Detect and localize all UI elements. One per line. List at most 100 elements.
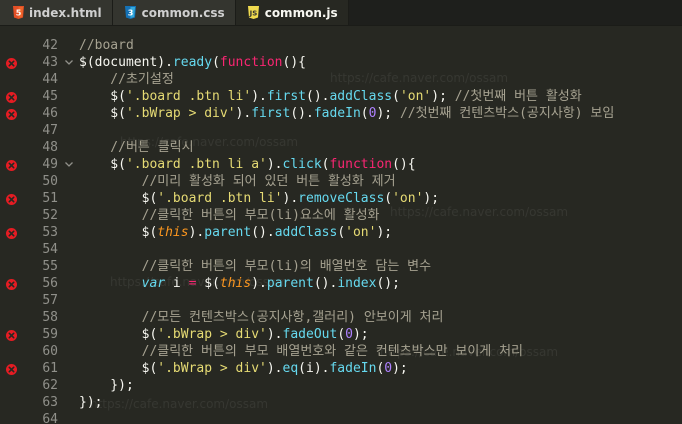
- error-icon[interactable]: [6, 57, 17, 69]
- code-token: ).: [251, 276, 267, 291]
- code-text: $('.bWrap > div').first().fadeIn(0); //첫…: [79, 105, 614, 122]
- code-token: ).: [235, 106, 252, 121]
- code-line[interactable]: 58 //모든 컨텐츠박스(공지사항,갤러리) 안보이게 처리: [0, 309, 682, 326]
- code-token: addClass: [274, 225, 338, 240]
- code-token: );: [376, 225, 393, 240]
- tab-label: common.js: [264, 5, 338, 20]
- code-line[interactable]: 61 $('.bWrap > div').eq(i).fadeIn(0);: [0, 360, 682, 377]
- code-token: ().: [306, 89, 330, 104]
- code-token: '.board .btn li a': [125, 157, 267, 172]
- code-line[interactable]: 49 $('.board .btn li a').click(function(…: [0, 156, 682, 173]
- line-number: 53: [42, 225, 58, 240]
- code-text: var i = $(this).parent().index();: [79, 275, 400, 292]
- code-token: ();: [376, 276, 400, 291]
- code-line[interactable]: 63});: [0, 394, 682, 411]
- code-token: ).: [266, 157, 283, 172]
- code-line[interactable]: 57: [0, 292, 682, 309]
- code-line[interactable]: 52 //클릭한 버튼의 부모(li)요소에 활성화: [0, 207, 682, 224]
- code-line[interactable]: 62 });: [0, 377, 682, 394]
- code-token: 'on': [392, 191, 424, 206]
- code-line[interactable]: 56 var i = $(this).parent().index();: [0, 275, 682, 292]
- code-line[interactable]: 50 //미리 활성화 되어 있던 버튼 활성화 제거: [0, 173, 682, 190]
- code-line[interactable]: 47: [0, 122, 682, 139]
- code-line[interactable]: 53 $(this).parent().addClass('on');: [0, 224, 682, 241]
- line-number: 42: [42, 38, 58, 53]
- svg-text:5: 5: [15, 9, 21, 18]
- tab-common-js[interactable]: JS common.js: [235, 0, 349, 25]
- code-text: //클릭한 버튼의 부모(li)요소에 활성화: [79, 207, 380, 224]
- svg-text:3: 3: [128, 9, 134, 18]
- code-line[interactable]: 45 $('.board .btn li').first().addClass(…: [0, 88, 682, 105]
- code-token: (: [392, 89, 400, 104]
- code-token: function: [329, 157, 393, 172]
- code-token: addClass: [329, 89, 393, 104]
- fold-chevron-icon[interactable]: [64, 54, 74, 71]
- code-token: 0: [384, 361, 393, 376]
- error-icon[interactable]: [6, 329, 17, 341]
- line-number: 48: [42, 140, 58, 155]
- code-token: (){: [392, 157, 416, 172]
- code-token: ().: [251, 225, 275, 240]
- code-line[interactable]: 43 $(document).ready(function(){: [0, 54, 682, 71]
- code-line[interactable]: 55 //클릭한 버튼의 부모(li)의 배열번호 담는 변수: [0, 258, 682, 275]
- code-token: '.bWrap > div': [157, 361, 267, 376]
- tab-label: index.html: [29, 5, 102, 20]
- code-line[interactable]: 54: [0, 241, 682, 258]
- tab-common-css[interactable]: 3 common.css: [112, 0, 236, 25]
- error-icon[interactable]: [6, 363, 17, 375]
- code-token: parent: [204, 225, 252, 240]
- code-token: var: [141, 276, 166, 291]
- line-number: 52: [42, 208, 58, 223]
- error-icon[interactable]: [6, 91, 17, 103]
- code-token: i: [165, 276, 189, 291]
- error-icon[interactable]: [6, 227, 17, 239]
- code-token: 0: [345, 327, 353, 342]
- code-token: ).: [266, 327, 283, 342]
- line-number: 51: [42, 191, 58, 206]
- fold-chevron-icon[interactable]: [64, 156, 74, 173]
- code-line[interactable]: 60 //클릭한 버튼의 부모 배열번호와 같은 컨텐츠박스만 보이게 처리: [0, 343, 682, 360]
- code-editor[interactable]: https://cafe.naver.com/ossam https://caf…: [0, 25, 682, 424]
- code-token: (i).: [298, 361, 330, 376]
- code-token: ().: [313, 276, 338, 291]
- code-line[interactable]: 59 $('.bWrap > div').fadeOut(0);: [0, 326, 682, 343]
- error-icon[interactable]: [6, 193, 17, 205]
- line-number: 60: [42, 344, 58, 359]
- code-token: 'on': [399, 89, 432, 104]
- code-token: });: [79, 378, 134, 393]
- code-token: eq: [282, 361, 299, 376]
- code-token: );: [431, 89, 455, 104]
- error-icon[interactable]: [6, 108, 17, 120]
- tab-bar: 5 index.html 3 common.css JS common.js: [0, 0, 682, 26]
- code-line[interactable]: 64: [0, 411, 682, 424]
- code-token: 'on': [345, 225, 377, 240]
- code-token: //클릭한 버튼의 부모 배열번호와 같은 컨텐츠박스만 보이게 처리: [79, 344, 524, 359]
- code-token: '.bWrap > div': [125, 106, 236, 121]
- js-icon: JS: [248, 6, 260, 20]
- code-token: $(: [79, 157, 126, 172]
- code-line[interactable]: 51 $('.board .btn li').removeClass('on')…: [0, 190, 682, 207]
- line-number: 63: [42, 395, 58, 410]
- code-text: $('.board .btn li').first().addClass('on…: [79, 88, 581, 105]
- error-icon[interactable]: [6, 278, 17, 290]
- code-token: (: [337, 225, 346, 240]
- code-text: $('.bWrap > div').eq(i).fadeIn(0);: [79, 360, 408, 377]
- code-line[interactable]: 42 //board: [0, 37, 682, 54]
- code-line[interactable]: 48 //버튼 클릭시: [0, 139, 682, 156]
- error-icon[interactable]: [6, 159, 17, 171]
- code-line[interactable]: 44 //초기설정: [0, 71, 682, 88]
- code-token: //미리 활성화 되어 있던 버튼 활성화 제거: [79, 174, 396, 189]
- code-text: });: [79, 377, 134, 394]
- tab-index-html[interactable]: 5 index.html: [0, 0, 113, 25]
- code-token: this: [219, 276, 252, 291]
- line-number: 57: [42, 293, 58, 308]
- code-token: first: [266, 89, 306, 104]
- line-number: 56: [42, 276, 58, 291]
- code-token: //클릭한 버튼의 부모(li)요소에 활성화: [79, 208, 380, 223]
- code-line[interactable]: 46 $('.bWrap > div').first().fadeIn(0); …: [0, 105, 682, 122]
- code-token: $(: [79, 225, 158, 240]
- code-token: (: [360, 106, 369, 121]
- code-token: );: [392, 361, 408, 376]
- code-token: ready: [172, 55, 213, 70]
- code-token: ).: [251, 89, 267, 104]
